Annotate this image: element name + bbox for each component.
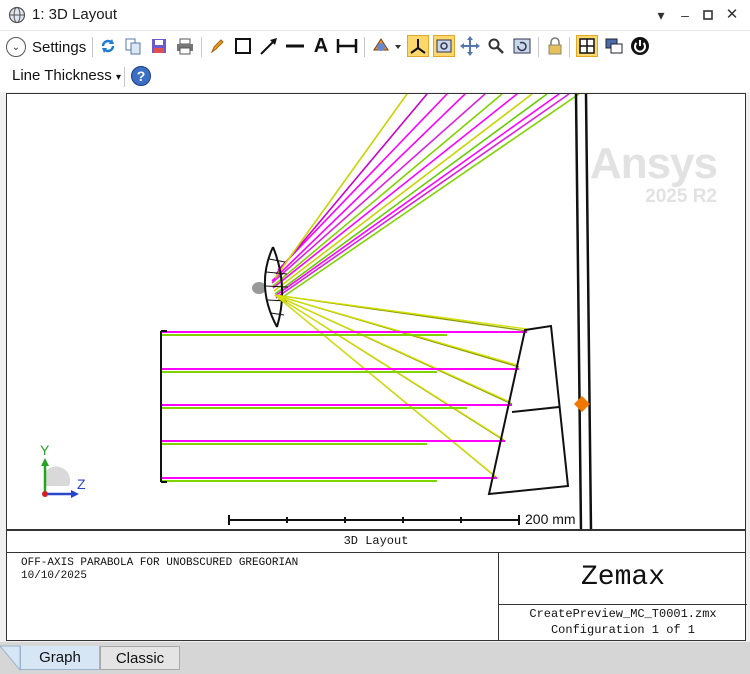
toolbar-separator <box>364 37 365 57</box>
focal-plane <box>574 94 593 529</box>
arrow-icon[interactable] <box>258 35 280 57</box>
dropdown-icon[interactable]: ▾ <box>650 4 672 26</box>
plot-caption: 3D Layout <box>7 531 745 553</box>
tab-graph[interactable]: Graph <box>20 646 100 670</box>
line-thickness-dropdown[interactable]: Line Thickness ▾ <box>12 67 121 84</box>
toolbar-separator <box>201 37 202 57</box>
file-name: CreatePreview_MC_T0001.zmx <box>529 607 717 621</box>
zoom-icon[interactable] <box>485 35 507 57</box>
toolbar-separator <box>538 37 539 57</box>
dropdown-arrow-icon: ▾ <box>115 72 121 83</box>
scale-label: 200 mm <box>525 511 576 527</box>
windows-icon[interactable] <box>603 35 625 57</box>
settings-label: Settings <box>32 38 87 56</box>
pan-icon[interactable] <box>459 35 481 57</box>
close-button[interactable]: ✕ <box>721 4 743 26</box>
scale-bar <box>228 515 520 525</box>
pencil-icon[interactable] <box>206 35 228 57</box>
axis-triad <box>41 458 79 498</box>
brand-label: Zemax <box>499 552 747 605</box>
footer-info: OFF-AXIS PARABOLA FOR UNOBSCURED GREGORI… <box>21 557 298 583</box>
lock-icon[interactable] <box>544 35 566 57</box>
chevron-down-icon: ⌄ <box>6 37 26 57</box>
tab-corner <box>0 645 21 672</box>
primary-mirror <box>487 324 570 496</box>
lens-element <box>252 246 289 328</box>
footer-title-block: Zemax CreatePreview_MC_T0001.zmx Configu… <box>498 552 747 641</box>
layout-plot[interactable]: Ansys 2025 R2 200 mm Y Z <box>6 93 746 530</box>
dimension-icon[interactable] <box>336 35 358 57</box>
text-icon[interactable]: A <box>310 35 332 57</box>
save-icon[interactable] <box>148 35 170 57</box>
layout-icon[interactable] <box>576 35 598 57</box>
configuration-label: Configuration 1 of 1 <box>550 623 696 637</box>
help-icon[interactable]: ? <box>130 65 152 87</box>
window-title: 1: 3D Layout <box>32 6 118 23</box>
svg-text:?: ? <box>137 68 146 84</box>
print-icon[interactable] <box>174 35 196 57</box>
settings-button[interactable]: ⌄ Settings <box>6 35 86 59</box>
line-thickness-label: Line Thickness <box>12 67 112 84</box>
toolbar-separator <box>569 37 570 57</box>
power-icon[interactable] <box>629 35 651 57</box>
toolbar-main: ⌄ Settings A <box>0 31 750 62</box>
reset-icon[interactable] <box>511 35 533 57</box>
zoom-fit-icon[interactable] <box>433 35 455 57</box>
system-description: OFF-AXIS PARABOLA FOR UNOBSCURED GREGORI… <box>21 557 299 569</box>
axis-z-label: Z <box>77 476 86 492</box>
focus-marker <box>574 396 590 412</box>
toolbar-secondary: Line Thickness ▾ ? <box>0 62 750 92</box>
collimated-beam <box>162 331 527 482</box>
reflected-ray-fan <box>274 294 528 479</box>
incoming-ray-fan <box>271 94 580 302</box>
plot-footer: 3D Layout OFF-AXIS PARABOLA FOR UNOBSCUR… <box>6 530 747 641</box>
toolbar-separator <box>92 37 93 57</box>
optical-layout-drawing <box>41 94 593 529</box>
maximize-button[interactable] <box>697 4 719 26</box>
rectangle-icon[interactable] <box>232 35 254 57</box>
axes-icon[interactable] <box>407 35 429 57</box>
line-icon[interactable] <box>284 35 306 57</box>
title-bar: 1: 3D Layout ▾ – ✕ <box>0 0 750 31</box>
plot-date: 10/10/2025 <box>21 570 88 582</box>
view-tabs: Graph Classic <box>0 642 750 674</box>
rotate-icon[interactable] <box>370 35 402 57</box>
toolbar-separator <box>124 67 125 87</box>
tab-classic[interactable]: Classic <box>100 646 180 670</box>
copy-icon[interactable] <box>122 35 144 57</box>
minimize-button[interactable]: – <box>674 4 696 26</box>
axis-y-label: Y <box>40 442 50 458</box>
refresh-icon[interactable] <box>97 35 119 57</box>
app-icon <box>8 6 26 24</box>
